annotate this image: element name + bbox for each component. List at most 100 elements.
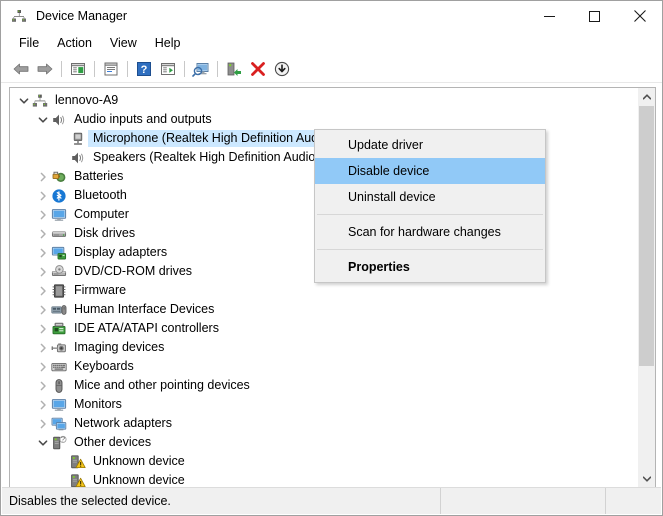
tree-row[interactable]: lennovo-A9 <box>10 91 638 110</box>
tree-row[interactable]: Keyboards <box>10 357 638 376</box>
minimize-button[interactable] <box>527 1 572 31</box>
chevron-right-icon[interactable] <box>35 262 51 281</box>
maximize-icon <box>589 10 600 22</box>
chevron-down-icon <box>642 475 651 482</box>
tree-row[interactable]: Monitors <box>10 395 638 414</box>
disk-drive-icon <box>51 226 67 242</box>
network-adapter-icon <box>51 416 67 432</box>
maximize-button[interactable] <box>572 1 617 31</box>
chevron-right-icon[interactable] <box>35 414 51 433</box>
tree-row[interactable]: ? Other devices <box>10 433 638 452</box>
chevron-right-icon[interactable] <box>35 376 51 395</box>
status-cell-message: Disables the selected device. <box>2 488 440 514</box>
computer-root-icon <box>32 93 48 109</box>
context-menu-separator <box>317 214 543 215</box>
toolbar-console-tree-button[interactable] <box>66 57 90 81</box>
menu-view[interactable]: View <box>101 34 146 54</box>
tree-row-label: Monitors <box>74 397 122 411</box>
ide-controller-icon <box>51 321 67 337</box>
chevron-right-icon[interactable] <box>35 338 51 357</box>
chevron-down-icon[interactable] <box>35 110 51 129</box>
toolbar-separator <box>127 61 128 77</box>
toolbar-help-button[interactable]: ? <box>132 57 156 81</box>
tree-row-label: Disk drives <box>74 226 136 240</box>
chevron-right-icon[interactable] <box>35 224 51 243</box>
context-menu-item[interactable]: Scan for hardware changes <box>315 219 545 245</box>
context-menu[interactable]: Update driver Disable device Uninstall dev… <box>314 129 546 283</box>
tree-row[interactable]: IDE ATA/ATAPI controllers <box>10 319 638 338</box>
other-device-icon: ? <box>51 435 67 451</box>
toolbar-back-button[interactable] <box>9 57 33 81</box>
speaker-icon <box>70 150 86 166</box>
scan-hardware-changes-icon <box>192 63 209 77</box>
tree-row-label: Human Interface Devices <box>74 302 215 316</box>
window-title: Device Manager <box>36 8 128 23</box>
status-message: Disables the selected device. <box>9 493 171 508</box>
scrollbar-thumb[interactable] <box>639 106 654 366</box>
toolbar-enable-device-button[interactable] <box>222 57 246 81</box>
toolbar-forward-button[interactable] <box>33 57 57 81</box>
device-manager-window: Device Manager File Action View Help ? l… <box>0 0 663 516</box>
chevron-right-icon[interactable] <box>35 167 51 186</box>
chevron-right-icon[interactable] <box>35 281 51 300</box>
device-manager-icon <box>12 10 26 22</box>
chevron-right-icon[interactable] <box>35 300 51 319</box>
uninstall-device-icon <box>251 62 265 76</box>
tree-row-label: lennovo-A9 <box>55 93 119 107</box>
chevron-right-icon[interactable] <box>35 395 51 414</box>
tree-row-label: Bluetooth <box>74 188 127 202</box>
title-bar[interactable]: Device Manager <box>1 1 662 31</box>
toolbar-uninstall-device-button[interactable] <box>246 57 270 81</box>
tree-row[interactable]: Network adapters <box>10 414 638 433</box>
chevron-right-icon[interactable] <box>35 243 51 262</box>
tree-row-label: Network adapters <box>74 416 172 430</box>
menu-help[interactable]: Help <box>146 34 190 54</box>
toolbar: ? <box>1 56 662 83</box>
vertical-scrollbar[interactable] <box>637 88 655 487</box>
firmware-icon <box>51 283 67 299</box>
back-arrow-icon <box>13 63 29 75</box>
context-menu-separator <box>317 249 543 250</box>
menu-action[interactable]: Action <box>48 34 101 54</box>
chevron-right-icon[interactable] <box>35 186 51 205</box>
tree-row[interactable]: Unknown device <box>10 471 638 487</box>
toolbar-disable-device-button[interactable] <box>270 57 294 81</box>
tree-row[interactable]: Human Interface Devices <box>10 300 638 319</box>
microphone-icon <box>70 131 86 147</box>
menu-file[interactable]: File <box>10 34 48 54</box>
tree-row-label: Unknown device <box>93 473 185 487</box>
toolbar-scan-hardware-button[interactable] <box>189 57 213 81</box>
speaker-icon <box>51 112 67 128</box>
tree-row-label: Mice and other pointing devices <box>74 378 250 392</box>
chevron-down-icon[interactable] <box>16 91 32 110</box>
chevron-right-icon[interactable] <box>35 319 51 338</box>
scroll-up-button[interactable] <box>638 88 655 105</box>
tree-row-label: Computer <box>74 207 129 221</box>
context-menu-item[interactable]: Disable device <box>315 158 545 184</box>
chevron-right-icon[interactable] <box>35 205 51 224</box>
toolbar-properties-button[interactable] <box>99 57 123 81</box>
status-cell-tertiary <box>605 488 661 514</box>
minimize-icon <box>544 15 555 17</box>
tree-row[interactable]: Audio inputs and outputs <box>10 110 638 129</box>
tree-row[interactable]: Mice and other pointing devices <box>10 376 638 395</box>
tree-row[interactable]: Firmware <box>10 281 638 300</box>
tree-row-label: IDE ATA/ATAPI controllers <box>74 321 219 335</box>
context-menu-item[interactable]: Uninstall device <box>315 184 545 210</box>
close-button[interactable] <box>617 1 662 31</box>
context-menu-item[interactable]: Properties <box>315 254 545 280</box>
tree-row[interactable]: Unknown device <box>10 452 638 471</box>
scroll-down-button[interactable] <box>638 470 655 487</box>
tree-row[interactable]: Imaging devices <box>10 338 638 357</box>
imaging-device-icon <box>51 340 67 356</box>
chevron-down-icon[interactable] <box>35 433 51 452</box>
toolbar-update-driver-button[interactable] <box>156 57 180 81</box>
context-menu-item[interactable]: Update driver <box>315 132 545 158</box>
tree-row-label: DVD/CD-ROM drives <box>74 264 193 278</box>
properties-icon <box>104 62 118 76</box>
chevron-right-icon[interactable] <box>35 357 51 376</box>
